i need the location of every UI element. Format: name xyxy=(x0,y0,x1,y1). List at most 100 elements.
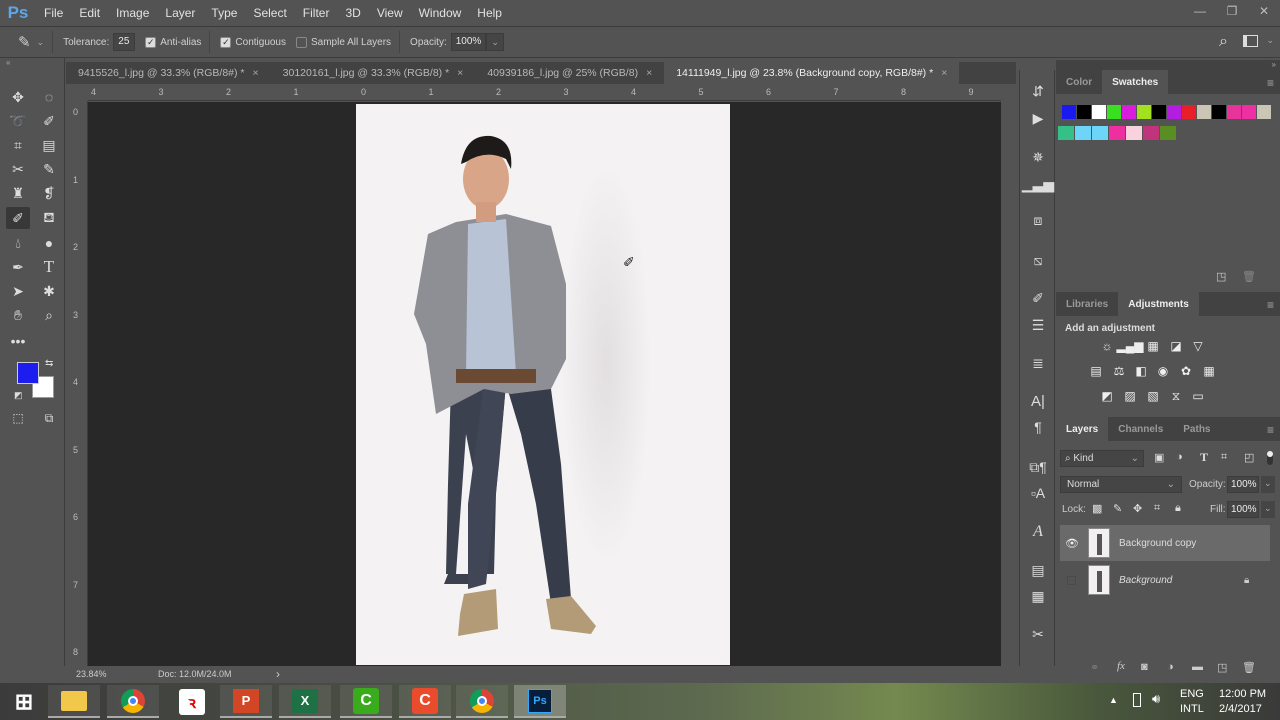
custom-shape-tool-icon[interactable]: ✱ xyxy=(37,280,61,302)
foreground-color-swatch[interactable] xyxy=(17,362,39,384)
swatch[interactable] xyxy=(1197,105,1211,119)
properties-panel-icon[interactable]: ▤ xyxy=(1026,560,1050,580)
swatch[interactable] xyxy=(1152,105,1166,119)
new-swatch-icon[interactable]: ◳ xyxy=(1216,270,1226,283)
opacity-input[interactable]: 100% xyxy=(450,33,487,51)
lock-image-icon[interactable]: ✎ xyxy=(1113,502,1122,515)
filter-pixel-icon[interactable]: ▣ xyxy=(1154,451,1164,464)
document-canvas[interactable]: ✐ xyxy=(356,104,730,665)
black-white-icon[interactable]: ◧ xyxy=(1132,363,1150,379)
tab-layers[interactable]: Layers xyxy=(1056,417,1109,441)
threshold-icon[interactable]: ▧ xyxy=(1144,388,1162,404)
menu-layer[interactable]: Layer xyxy=(157,6,203,20)
expand-panels-icon[interactable]: » xyxy=(1056,60,1280,70)
quick-selection-tool-icon[interactable]: ✐ xyxy=(37,110,61,132)
brushes-panel-icon[interactable]: ✐ xyxy=(1026,288,1050,308)
taskbar-camtasia-studio[interactable]: C xyxy=(340,685,392,718)
default-colors-icon[interactable]: ◩ xyxy=(14,390,23,401)
menu-help[interactable]: Help xyxy=(469,6,510,20)
gradient-map-icon[interactable]: ▭ xyxy=(1189,388,1207,404)
menu-file[interactable]: File xyxy=(36,6,71,20)
lock-all-icon[interactable]: 🔒︎ xyxy=(1175,502,1181,515)
swatch[interactable] xyxy=(1109,126,1125,140)
swatch[interactable] xyxy=(1058,126,1074,140)
panel-menu-icon[interactable]: ≡ xyxy=(1267,298,1274,312)
swap-colors-icon[interactable]: ⇆ xyxy=(45,358,53,369)
delete-swatch-icon[interactable]: 🗑︎ xyxy=(1242,270,1256,283)
history-panel-icon[interactable]: ⇵ xyxy=(1026,81,1050,101)
character-panel-icon[interactable]: A| xyxy=(1026,391,1050,411)
ruler-origin[interactable] xyxy=(66,86,88,101)
menu-filter[interactable]: Filter xyxy=(295,6,338,20)
menu-view[interactable]: View xyxy=(369,6,411,20)
vertical-ruler[interactable]: 0 1 2 3 4 5 6 7 8 xyxy=(66,101,88,666)
tab-document-3[interactable]: 40939186_l.jpg @ 25% (RGB/8) × xyxy=(475,62,664,84)
vibrance-icon[interactable]: ▽ xyxy=(1189,338,1207,354)
workspace-icon[interactable] xyxy=(1243,35,1258,47)
panel-menu-icon[interactable]: ≡ xyxy=(1267,423,1274,437)
clock-time[interactable]: 12:00 PM xyxy=(1219,688,1266,700)
tab-libraries[interactable]: Libraries xyxy=(1056,292,1118,316)
hand-tool-icon[interactable]: ✋︎ xyxy=(6,304,30,326)
clock-date[interactable]: 2/4/2017 xyxy=(1219,703,1262,715)
lock-transparent-icon[interactable]: ▩ xyxy=(1092,502,1102,515)
opacity-dropdown-button[interactable]: ⌄ xyxy=(486,33,504,51)
frame-tool-icon[interactable]: ▤ xyxy=(37,134,61,156)
swatch[interactable] xyxy=(1107,105,1121,119)
volume-icon[interactable]: 🔊︎ xyxy=(1152,691,1160,707)
menu-select[interactable]: Select xyxy=(245,6,294,20)
visibility-toggle-empty[interactable] xyxy=(1067,575,1076,585)
color-balance-icon[interactable]: ⚖ xyxy=(1110,363,1128,379)
antialias-checkbox[interactable]: ✓ Anti-alias xyxy=(145,36,201,48)
navigator-panel-icon[interactable]: ✵ xyxy=(1026,147,1050,167)
tab-adjustments[interactable]: Adjustments xyxy=(1118,292,1199,316)
link-layers-icon[interactable]: ⚭ xyxy=(1090,661,1099,674)
menu-edit[interactable]: Edit xyxy=(71,6,108,20)
color-lookup-icon[interactable]: ▦ xyxy=(1200,363,1218,379)
lock-position-icon[interactable]: ✥ xyxy=(1133,502,1142,515)
tab-document-4[interactable]: 14111949_l.jpg @ 23.8% (Background copy,… xyxy=(664,62,960,84)
new-group-icon[interactable]: ▬ xyxy=(1192,661,1203,673)
curves-icon[interactable]: ▦ xyxy=(1144,338,1162,354)
filter-toggle-switch[interactable] xyxy=(1266,450,1274,466)
layer-name[interactable]: Background xyxy=(1119,575,1172,586)
paint-bucket-tool-icon[interactable]: ⛾ xyxy=(37,207,61,229)
paragraph-styles-icon[interactable]: ⧉¶ xyxy=(1026,457,1050,477)
panel-menu-icon[interactable]: ≡ xyxy=(1267,76,1274,90)
tab-document-1[interactable]: 9415526_l.jpg @ 33.3% (RGB/8#) * × xyxy=(66,62,271,84)
search-icon[interactable]: ⌕ xyxy=(1219,33,1228,51)
minimize-button[interactable]: — xyxy=(1184,0,1216,22)
horizontal-ruler[interactable]: 4 3 2 1 0 1 2 3 4 5 6 7 8 9 xyxy=(88,86,1001,101)
lock-artboard-icon[interactable]: ⌗ xyxy=(1154,502,1160,515)
magic-eraser-tool-icon[interactable]: ✐ xyxy=(6,207,30,229)
chevron-down-icon[interactable]: ⌄ xyxy=(1266,35,1274,46)
delete-layer-icon[interactable]: 🗑︎ xyxy=(1242,661,1256,674)
swatch[interactable] xyxy=(1122,105,1136,119)
marquee-tool-icon[interactable]: ◌ xyxy=(37,86,61,108)
fill-input[interactable]: 100% xyxy=(1227,501,1259,518)
taskbar-chrome-2[interactable] xyxy=(456,685,508,718)
layer-row-background[interactable]: Background 🔒︎ xyxy=(1060,562,1270,598)
taskbar-powerpoint[interactable]: P xyxy=(220,685,272,718)
swatch[interactable] xyxy=(1137,105,1151,119)
hue-saturation-icon[interactable]: ▤ xyxy=(1087,363,1105,379)
swatch[interactable] xyxy=(1257,105,1271,119)
tab-swatches[interactable]: Swatches xyxy=(1102,70,1169,94)
visibility-eye-icon[interactable]: 👁︎ xyxy=(1065,537,1079,550)
swatch[interactable] xyxy=(1227,105,1241,119)
layer-opacity-input[interactable]: 100% xyxy=(1227,476,1259,493)
quick-mask-icon[interactable]: ⬚ xyxy=(6,407,30,429)
taskbar-chrome[interactable] xyxy=(107,685,159,718)
sample-all-layers-checkbox[interactable]: Sample All Layers xyxy=(296,36,391,48)
swatch[interactable] xyxy=(1167,105,1181,119)
swatch[interactable] xyxy=(1242,105,1256,119)
filter-smart-object-icon[interactable]: ◰ xyxy=(1244,451,1254,464)
lasso-tool-icon[interactable]: ➰ xyxy=(6,110,30,132)
swatch[interactable] xyxy=(1126,126,1142,140)
tab-document-2[interactable]: 30120161_l.jpg @ 33.3% (RGB/8) * × xyxy=(271,62,476,84)
add-mask-icon[interactable]: ◙ xyxy=(1141,661,1148,673)
menu-type[interactable]: Type xyxy=(203,6,245,20)
windows-start-icon[interactable]: ⊞ xyxy=(0,685,48,718)
invert-icon[interactable]: ◩ xyxy=(1098,388,1116,404)
layer-row-background-copy[interactable]: 👁︎ Background copy xyxy=(1060,525,1270,561)
